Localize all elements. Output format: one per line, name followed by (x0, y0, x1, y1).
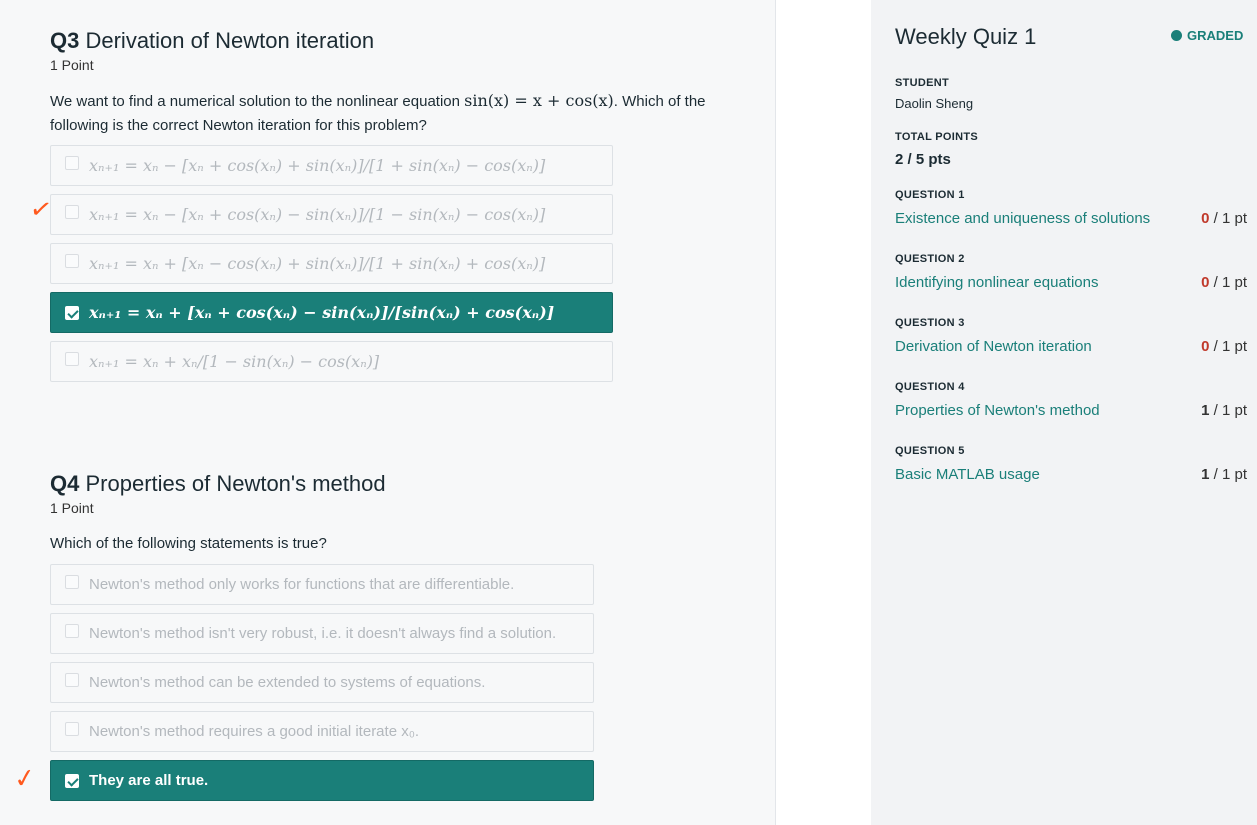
quiz-title: Weekly Quiz 1 (895, 24, 1037, 49)
checkbox[interactable] (65, 721, 79, 736)
status-text: GRADED (1187, 28, 1244, 43)
question-4-score: 1 / 1 pt (1201, 402, 1247, 419)
q4-title-text: Properties of Newton's method (85, 471, 386, 496)
graded-status-badge: GRADED (1171, 28, 1243, 43)
q3-option-2[interactable]: xₙ₊₁ = xₙ − [xₙ + cos(xₙ) − sin(xₙ)]/[1 … (50, 194, 613, 235)
option-label: xₙ₊₁ = xₙ + [xₙ + cos(xₙ) − sin(xₙ)]/[si… (89, 303, 555, 322)
q4-option-1[interactable]: Newton's method only works for functions… (50, 564, 594, 605)
q4-number: Q4 (50, 471, 80, 496)
q4-option-2[interactable]: Newton's method isn't very robust, i.e. … (50, 613, 594, 654)
score-max: / 1 pt (1209, 466, 1247, 483)
total-points-label: TOTAL POINTS (895, 131, 979, 143)
student-label: STUDENT (895, 77, 950, 89)
checkbox[interactable] (65, 574, 79, 589)
checkbox[interactable] (65, 155, 79, 170)
q3-points: 1 Point (50, 57, 94, 73)
q3-option-3[interactable]: xₙ₊₁ = xₙ + [xₙ − cos(xₙ) + sin(xₙ)]/[1 … (50, 243, 613, 284)
q3-prompt-math: sin(x) = x + cos(x) (464, 91, 614, 110)
status-dot-icon (1171, 30, 1182, 41)
score-max: / 1 pt (1209, 402, 1247, 419)
q3-title: Q3 Derivation of Newton iteration (50, 28, 374, 54)
q4-points: 1 Point (50, 500, 94, 516)
option-label: Newton's method requires a good initial … (89, 723, 420, 740)
q3-number: Q3 (50, 28, 80, 53)
q4-title: Q4 Properties of Newton's method (50, 471, 386, 497)
panel-gap (776, 0, 871, 825)
q4-option-3[interactable]: Newton's method can be extended to syste… (50, 662, 594, 703)
student-name: Daolin Sheng (895, 96, 974, 111)
question-5-label: QUESTION 5 (895, 445, 965, 457)
q3-option-5[interactable]: xₙ₊₁ = xₙ + xₙ/[1 − sin(xₙ) − cos(xₙ)] (50, 341, 613, 382)
checkbox[interactable] (65, 204, 79, 219)
q3-title-text: Derivation of Newton iteration (85, 28, 375, 53)
q4-option-4[interactable]: Newton's method requires a good initial … (50, 711, 594, 752)
question-4-link[interactable]: Properties of Newton's method (895, 402, 1100, 419)
option-label: Newton's method only works for functions… (89, 576, 515, 593)
q3-option-4[interactable]: xₙ₊₁ = xₙ + [xₙ + cos(xₙ) − sin(xₙ)]/[si… (50, 292, 613, 333)
option-label: They are all true. (89, 772, 209, 789)
score-max: / 1 pt (1209, 210, 1247, 227)
q4-prompt: Which of the following statements is tru… (50, 535, 327, 552)
q3-prompt-before: We want to find a numerical solution to … (50, 93, 465, 110)
checkbox-checked[interactable] (65, 305, 79, 320)
total-points-value: 2 / 5 pts (895, 151, 951, 168)
question-2-link[interactable]: Identifying nonlinear equations (895, 274, 1098, 291)
q4-option-5[interactable]: They are all true. (50, 760, 594, 801)
score-max: / 1 pt (1209, 338, 1247, 355)
question-5-score: 1 / 1 pt (1201, 466, 1247, 483)
question-1-label: QUESTION 1 (895, 189, 965, 201)
option-label: Newton's method can be extended to syste… (89, 674, 486, 691)
score-max: / 1 pt (1209, 274, 1247, 291)
checkbox[interactable] (65, 623, 79, 638)
checkbox[interactable] (65, 672, 79, 687)
question-3-label: QUESTION 3 (895, 317, 965, 329)
question-4-label: QUESTION 4 (895, 381, 965, 393)
question-5-link[interactable]: Basic MATLAB usage (895, 466, 1040, 483)
checkbox[interactable] (65, 351, 79, 366)
option-label: xₙ₊₁ = xₙ + xₙ/[1 − sin(xₙ) − cos(xₙ)] (89, 352, 380, 371)
checkbox-checked[interactable] (65, 773, 79, 788)
option-label: xₙ₊₁ = xₙ − [xₙ + cos(xₙ) − sin(xₙ)]/[1 … (89, 205, 546, 224)
option-label: xₙ₊₁ = xₙ + [xₙ − cos(xₙ) + sin(xₙ)]/[1 … (89, 254, 546, 273)
q3-option-1[interactable]: xₙ₊₁ = xₙ − [xₙ + cos(xₙ) + sin(xₙ)]/[1 … (50, 145, 613, 186)
option-label: Newton's method isn't very robust, i.e. … (89, 625, 557, 642)
correct-answer-mark-icon: ✓ (12, 762, 38, 796)
question-3-score: 0 / 1 pt (1201, 338, 1247, 355)
q3-prompt: We want to find a numerical solution to … (50, 89, 740, 138)
question-2-score: 0 / 1 pt (1201, 274, 1247, 291)
question-3-link[interactable]: Derivation of Newton iteration (895, 338, 1092, 355)
question-1-score: 0 / 1 pt (1201, 210, 1247, 227)
question-1-link[interactable]: Existence and uniqueness of solutions (895, 210, 1150, 227)
option-label: xₙ₊₁ = xₙ − [xₙ + cos(xₙ) + sin(xₙ)]/[1 … (89, 156, 546, 175)
checkbox[interactable] (65, 253, 79, 268)
question-2-label: QUESTION 2 (895, 253, 965, 265)
